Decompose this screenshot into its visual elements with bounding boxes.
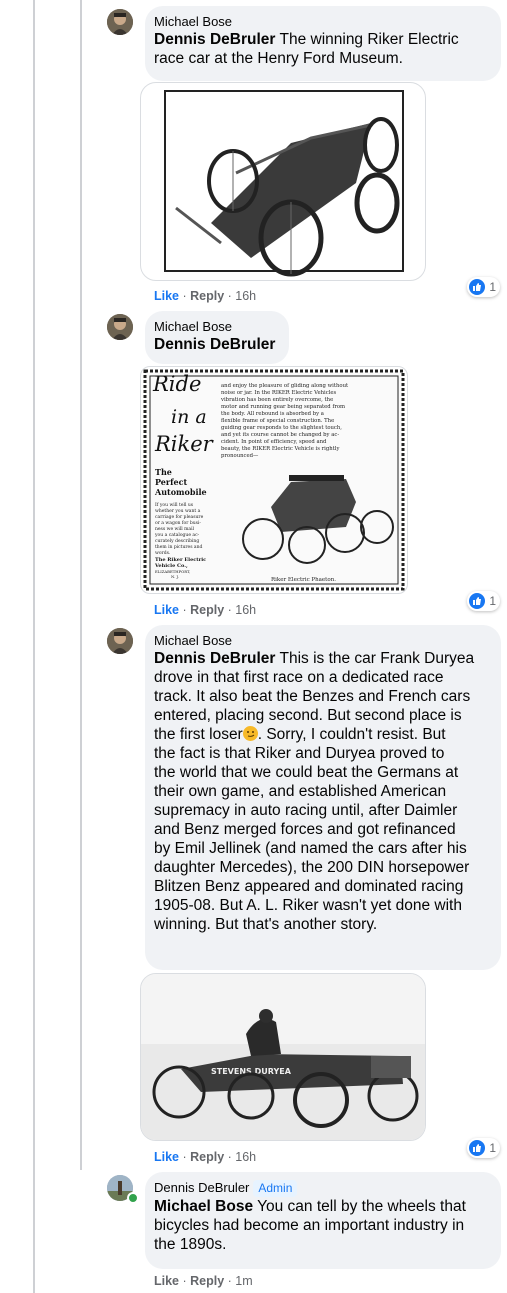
- reaction-count[interactable]: 1: [467, 591, 500, 611]
- comment-actions: Like · Reply · 1m: [154, 1274, 253, 1288]
- svg-text:If you will tell us: If you will tell us: [155, 502, 194, 508]
- mention-link[interactable]: Dennis DeBruler: [154, 31, 275, 48]
- comment-text: Michael Bose You can tell by the wheels …: [154, 1198, 466, 1253]
- like-reaction-icon: [469, 1140, 486, 1156]
- svg-text:words.: words.: [155, 550, 171, 556]
- comment-text: Dennis DeBruler The winning Riker Electr…: [154, 31, 459, 67]
- like-button[interactable]: Like: [154, 1150, 179, 1164]
- mention-link[interactable]: Dennis DeBruler: [154, 650, 275, 667]
- svg-text:N. J.: N. J.: [171, 574, 179, 579]
- svg-text:Riker Electric Phaeton.: Riker Electric Phaeton.: [271, 577, 336, 583]
- duryea-race-photo: STEVENS DURYEA: [141, 974, 425, 1140]
- author-name[interactable]: Michael Bose: [154, 14, 489, 30]
- like-reaction-icon: [469, 593, 486, 609]
- mention-link[interactable]: Michael Bose: [154, 1198, 253, 1215]
- svg-text:beauty, the RIKER Electric Veh: beauty, the RIKER Electric Vehicle is ri…: [221, 446, 339, 452]
- like-reaction-icon: [469, 279, 486, 295]
- avatar[interactable]: [107, 9, 133, 35]
- online-status-icon: [127, 1192, 139, 1204]
- svg-text:and yet its course cannot be c: and yet its course cannot be changed by …: [221, 432, 339, 438]
- avatar[interactable]: [107, 628, 133, 654]
- author-name[interactable]: Michael Bose: [154, 319, 277, 335]
- reply-branch-line: [80, 0, 82, 1170]
- svg-text:Automobile: Automobile: [154, 487, 207, 497]
- comment-actions: Like · Reply · 16h: [154, 289, 257, 303]
- timestamp[interactable]: 16h: [235, 289, 256, 303]
- svg-text:whether you want a: whether you want a: [155, 508, 201, 514]
- reaction-count[interactable]: 1: [467, 277, 500, 297]
- comment-photo[interactable]: STEVENS DURYEA: [140, 973, 426, 1141]
- svg-text:or a wagon for busi-: or a wagon for busi-: [155, 520, 201, 526]
- reaction-count[interactable]: 1: [467, 1138, 500, 1158]
- like-button[interactable]: Like: [154, 603, 179, 617]
- reply-button[interactable]: Reply: [190, 603, 224, 617]
- svg-text:curately describing: curately describing: [155, 538, 199, 544]
- svg-text:Ride: Ride: [152, 372, 201, 396]
- svg-text:and enjoy the pleasure of glid: and enjoy the pleasure of gliding along …: [221, 383, 349, 389]
- reply-button[interactable]: Reply: [190, 1274, 224, 1288]
- svg-text:the body. All rebound is abso: the body. All rebound is absorbed by a: [221, 411, 325, 417]
- comment-bubble: Michael Bose Dennis DeBruler The winning…: [145, 6, 501, 81]
- like-button[interactable]: Like: [154, 289, 179, 303]
- race-car-photo: [164, 90, 404, 277]
- svg-text:pronounced—: pronounced—: [221, 453, 259, 459]
- comment-text: Dennis DeBruler This is the car Frank Du…: [154, 650, 475, 933]
- comment-bubble: Dennis DeBruler Admin Michael Bose You ca…: [145, 1172, 501, 1269]
- smirk-emoji-icon: [242, 726, 258, 741]
- svg-text:in a: in a: [171, 406, 207, 428]
- avatar[interactable]: [107, 314, 133, 340]
- svg-text:you a catalogue ac-: you a catalogue ac-: [154, 532, 200, 538]
- svg-text:Riker: Riker: [154, 432, 215, 456]
- thread-line: [33, 0, 35, 1293]
- author-name: Dennis DeBruler Admin: [154, 1180, 489, 1197]
- author-name[interactable]: Michael Bose: [154, 633, 489, 649]
- comment-actions: Like · Reply · 16h: [154, 603, 257, 617]
- comment-actions: Like · Reply · 16h: [154, 1150, 257, 1164]
- svg-text:flexible frame of special cons: flexible frame of special construction. …: [221, 418, 334, 424]
- comment-bubble: Michael Bose Dennis DeBruler This is the…: [145, 625, 501, 970]
- timestamp[interactable]: 1m: [235, 1274, 252, 1288]
- svg-text:noise or jar. In the RIKER El: noise or jar. In the RIKER Electric Vehi…: [221, 390, 337, 396]
- svg-text:motor and running gear being s: motor and running gear being separated f…: [221, 404, 345, 410]
- svg-text:carriage for pleasure: carriage for pleasure: [155, 514, 204, 520]
- svg-text:guiding gear responds to the s: guiding gear responds to the slightest t…: [221, 425, 342, 431]
- comment-text: Dennis DeBruler: [154, 335, 277, 354]
- svg-text:Perfect: Perfect: [155, 477, 188, 487]
- svg-text:ness we will mail: ness we will mail: [155, 526, 195, 532]
- comment-bubble: Michael Bose Dennis DeBruler: [145, 311, 289, 364]
- svg-text:them in pictures and: them in pictures and: [155, 544, 203, 550]
- timestamp[interactable]: 16h: [235, 1150, 256, 1164]
- riker-advertisement: Ride in a Riker The Perfect Automobile I…: [143, 369, 405, 591]
- svg-text:vibration has been entirely ov: vibration has been entirely overcome, th…: [220, 397, 333, 403]
- admin-badge: Admin: [253, 1180, 298, 1197]
- svg-text:cident. In point of efficienc: cident. In point of efficiency, speed an…: [221, 439, 327, 445]
- mention-link[interactable]: Dennis DeBruler: [154, 336, 275, 353]
- comment-photo[interactable]: Ride in a Riker The Perfect Automobile I…: [140, 366, 408, 594]
- svg-text:The: The: [155, 467, 172, 477]
- like-button[interactable]: Like: [154, 1274, 179, 1288]
- timestamp[interactable]: 16h: [235, 603, 256, 617]
- reply-button[interactable]: Reply: [190, 1150, 224, 1164]
- reply-button[interactable]: Reply: [190, 289, 224, 303]
- comment-photo[interactable]: [140, 82, 426, 281]
